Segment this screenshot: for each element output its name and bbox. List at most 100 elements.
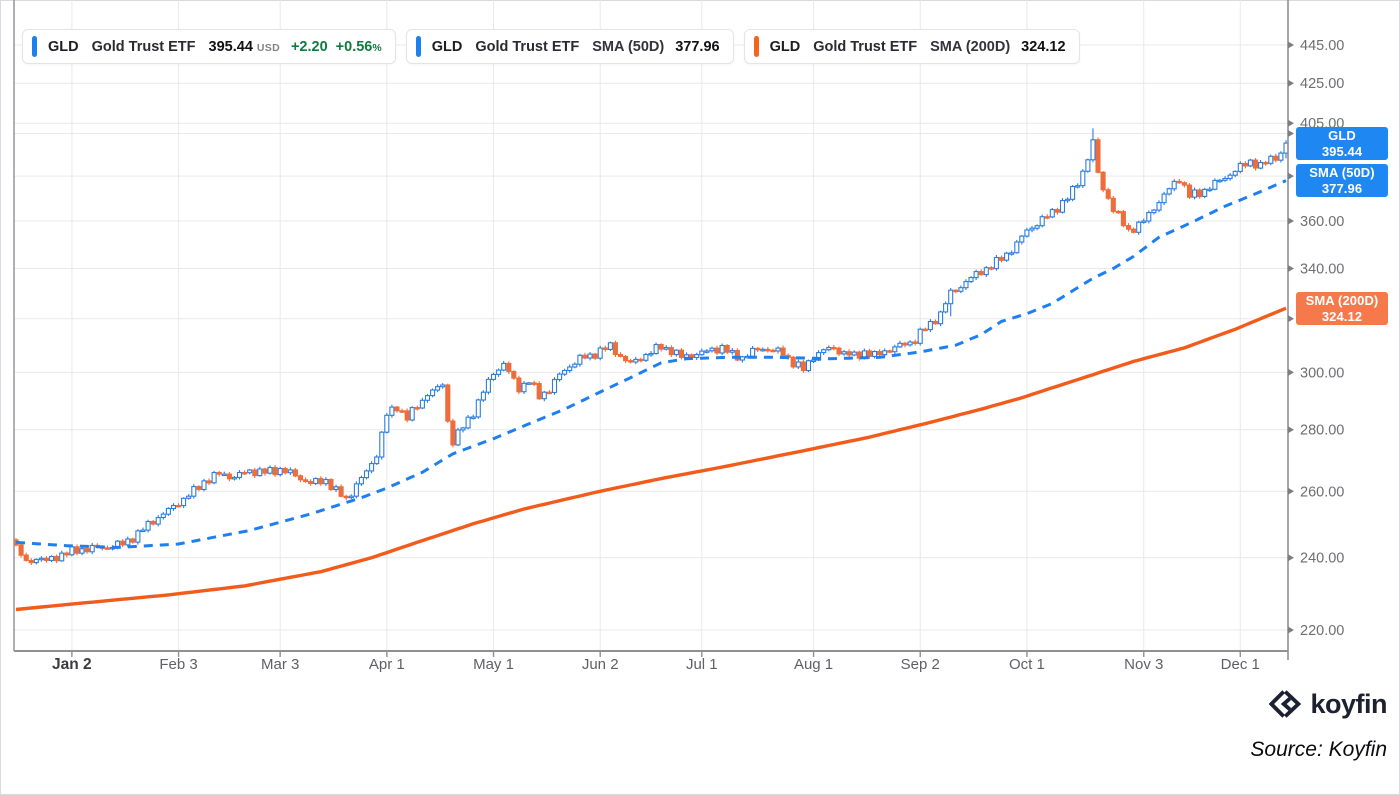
legend-chip-price[interactable]: GLD Gold Trust ETF 395.44 USD +2.20 +0.5… <box>22 29 396 64</box>
candle-body <box>1203 189 1207 196</box>
candle-body <box>339 487 343 497</box>
candle-body <box>1055 210 1059 213</box>
candle-body <box>395 407 399 411</box>
x-tick-label: Jun 2 <box>582 656 619 673</box>
candle-body <box>1132 229 1136 232</box>
candle-body <box>390 407 394 415</box>
candle-body <box>1223 179 1227 181</box>
legend-row: GLD Gold Trust ETF 395.44 USD +2.20 +0.5… <box>22 29 1080 64</box>
sma50-line <box>16 181 1286 548</box>
x-tick-label: Jul 1 <box>686 656 718 673</box>
candle-body <box>801 362 805 371</box>
y-tick-label: 425.00 <box>1300 76 1344 92</box>
candle-body <box>166 509 170 515</box>
candle-body <box>1040 217 1044 226</box>
legend-chip-sma200[interactable]: GLD Gold Trust ETF SMA (200D) 324.12 <box>744 29 1080 64</box>
candle-body <box>375 457 379 464</box>
candle-body <box>1248 160 1252 166</box>
y-tick-label: 340.00 <box>1300 262 1344 278</box>
koyfin-wordmark: koyfin <box>1310 689 1387 720</box>
x-tick-label: Feb 3 <box>159 656 197 673</box>
candle-body <box>146 522 150 531</box>
candle-body <box>1005 253 1009 260</box>
candle-body <box>151 522 155 525</box>
candle-body <box>1025 230 1029 236</box>
candle-body <box>613 343 617 355</box>
candle-body <box>90 545 94 551</box>
legend-chip-sma50[interactable]: GLD Gold Trust ETF SMA (50D) 377.96 <box>406 29 734 64</box>
candle-body <box>1101 172 1105 190</box>
candle-body <box>547 392 551 393</box>
candle-body <box>1015 242 1019 253</box>
candle-body <box>1137 222 1141 232</box>
candle-body <box>832 348 836 349</box>
candle-body <box>756 348 760 350</box>
candle-body <box>441 385 445 387</box>
candle-body <box>913 342 917 343</box>
candle-body <box>415 408 419 409</box>
y-tick-arrow <box>1288 265 1294 272</box>
candle-body <box>771 350 775 351</box>
x-tick-label: Jan 2 <box>52 656 92 673</box>
legend-price: 395.44 <box>209 39 253 55</box>
candle-body <box>420 400 424 408</box>
candle-body <box>136 531 140 542</box>
candle-body <box>685 355 689 358</box>
y-tick-label: 300.00 <box>1300 365 1344 381</box>
candle-body <box>593 354 597 358</box>
candle-body <box>1182 183 1186 185</box>
candle-body <box>1045 217 1049 218</box>
candle-body <box>1111 198 1115 211</box>
y-tick-arrow <box>1288 173 1294 180</box>
candle-body <box>639 359 643 360</box>
candle-body <box>837 348 841 354</box>
candle-body <box>553 380 557 393</box>
candle-body <box>969 278 973 282</box>
candle-body <box>207 481 211 483</box>
candle-body <box>1157 203 1161 211</box>
candle-body <box>1218 180 1222 181</box>
candle-body <box>725 346 729 353</box>
x-tick-label: Nov 3 <box>1124 656 1163 673</box>
y-tick-arrow <box>1288 315 1294 322</box>
legend-ticker: GLD <box>432 39 463 55</box>
candle-body <box>50 557 54 561</box>
candle-body <box>1066 199 1070 200</box>
candle-body <box>349 496 353 497</box>
candle-body <box>1259 163 1263 169</box>
candle-body <box>451 421 455 445</box>
candle-body <box>908 342 912 345</box>
candle-body <box>624 357 628 361</box>
candle-body <box>461 428 465 430</box>
legend-currency: USD <box>257 42 280 54</box>
candle-body <box>1000 258 1004 261</box>
candle-body <box>578 355 582 364</box>
candle-body <box>248 470 252 473</box>
price-chart[interactable]: 445.00425.00405.00400.00380.00360.00340.… <box>0 0 1400 795</box>
candle-body <box>1050 210 1054 217</box>
candle-body <box>984 268 988 275</box>
candle-body <box>644 355 648 361</box>
candle-body <box>232 477 236 479</box>
candle-body <box>55 557 59 561</box>
candle-body <box>1035 226 1039 229</box>
candle-body <box>1238 164 1242 172</box>
legend-color-bar <box>754 36 759 57</box>
candle-body <box>796 362 800 367</box>
candle-body <box>293 470 297 476</box>
candle-body <box>847 352 851 355</box>
x-tick-label: May 1 <box>473 656 514 673</box>
candle-body <box>202 481 206 490</box>
candle-body <box>939 312 943 324</box>
legend-color-bar <box>416 36 421 57</box>
y-tick-label: 240.00 <box>1300 551 1344 567</box>
candle-body <box>1152 210 1156 213</box>
legend-name: Gold Trust ETF <box>92 39 196 55</box>
candle-body <box>974 272 978 278</box>
candle-body <box>527 383 531 384</box>
candle-body <box>1147 213 1151 221</box>
candle-body <box>314 479 318 484</box>
candle-body <box>141 530 145 531</box>
candle-body <box>177 506 181 507</box>
candle-body <box>273 468 277 475</box>
